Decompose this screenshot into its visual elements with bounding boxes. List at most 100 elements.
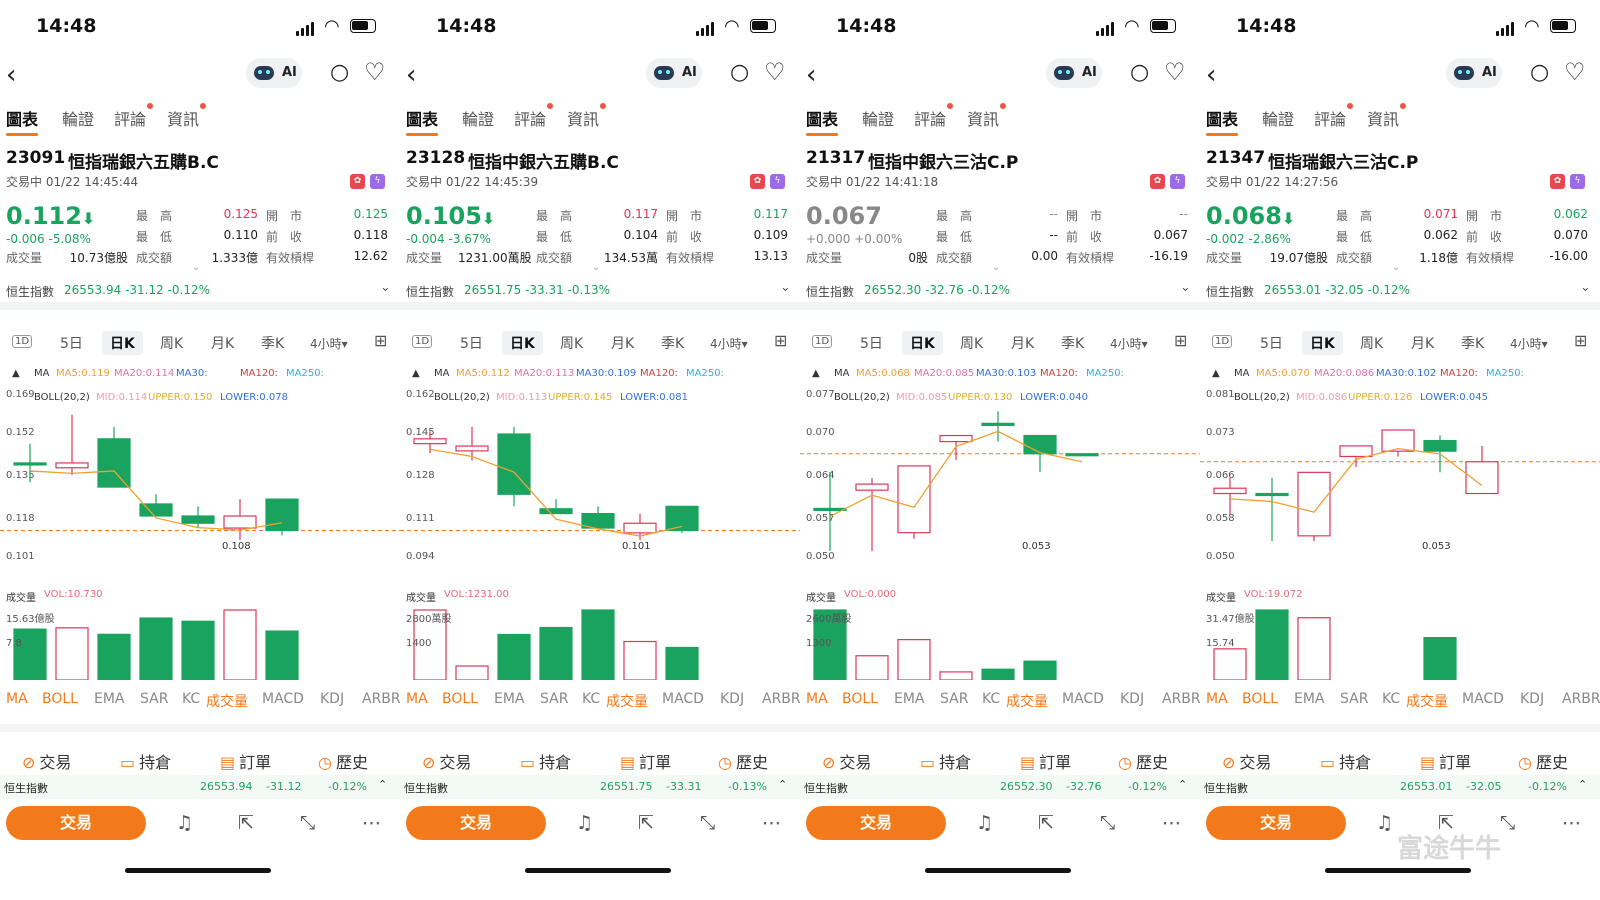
indicator-arbr[interactable]: ARBR — [1562, 691, 1600, 707]
share-icon[interactable]: ⇱ — [638, 812, 654, 834]
indicator-kdj[interactable]: KDJ — [720, 691, 744, 707]
indicator-macd[interactable]: MACD — [262, 691, 304, 707]
action-trade[interactable]: ⊘ 交易 — [822, 749, 871, 773]
indicator-ma[interactable]: MA — [1206, 691, 1228, 707]
period-month-k[interactable]: 月K — [611, 333, 634, 353]
alert-bell-icon[interactable]: ♫ — [576, 812, 593, 834]
tab-news[interactable]: 資訊 — [1367, 103, 1407, 130]
period-day-k[interactable]: 日K — [902, 331, 943, 355]
period-quarter-k[interactable]: 季K — [661, 333, 684, 353]
indicator-volume[interactable]: 成交量 — [606, 691, 648, 711]
period-week-k[interactable]: 周K — [160, 333, 183, 353]
ai-assistant-button[interactable]: AI — [1046, 58, 1102, 88]
collapse-icon[interactable]: ▲ — [1212, 368, 1220, 379]
period-month-k[interactable]: 月K — [211, 333, 234, 353]
grid-icon[interactable]: ⊞ — [374, 331, 387, 350]
ai-assistant-button[interactable]: AI — [646, 58, 702, 88]
period-week-k[interactable]: 周K — [960, 333, 983, 353]
favorite-icon[interactable]: ♡ — [1564, 58, 1586, 86]
chevron-up-icon[interactable]: ⌃ — [778, 778, 787, 791]
indicator-kc[interactable]: KC — [982, 691, 1000, 707]
period-day-k[interactable]: 日K — [1302, 331, 1343, 355]
action-positions[interactable]: ▭ 持倉 — [920, 749, 971, 773]
candlestick-chart[interactable] — [800, 385, 1200, 565]
back-icon[interactable]: ‹ — [806, 60, 816, 90]
indicator-kdj[interactable]: KDJ — [1520, 691, 1544, 707]
period-4h[interactable]: 4小時▾ — [310, 335, 348, 352]
tab-comments[interactable]: 評論 — [1314, 103, 1354, 130]
collapse-icon[interactable]: ▲ — [812, 368, 820, 379]
alert-bell-icon[interactable]: ♫ — [176, 812, 193, 834]
grid-icon[interactable]: ⊞ — [1574, 331, 1587, 350]
indicator-volume[interactable]: 成交量 — [1006, 691, 1048, 711]
period-quarter-k[interactable]: 季K — [261, 333, 284, 353]
tab-comments[interactable]: 評論 — [114, 103, 154, 130]
indicator-boll[interactable]: BOLL — [442, 691, 478, 707]
period-5d[interactable]: 5日 — [860, 333, 883, 353]
grid-icon[interactable]: ⊞ — [1174, 331, 1187, 350]
collapse-icon[interactable]: ▲ — [12, 368, 20, 379]
search-icon[interactable]: ○ — [1530, 60, 1549, 85]
expand-quote-icon[interactable]: ⌄ — [592, 262, 600, 273]
period-4h[interactable]: 4小時▾ — [1110, 335, 1148, 352]
grid-icon[interactable]: ⊞ — [774, 331, 787, 350]
indicator-volume[interactable]: 成交量 — [206, 691, 248, 711]
period-1d[interactable]: 1D — [412, 335, 433, 348]
indicator-kc[interactable]: KC — [1382, 691, 1400, 707]
indicator-macd[interactable]: MACD — [1462, 691, 1504, 707]
action-trade[interactable]: ⊘ 交易 — [422, 749, 471, 773]
index-ticker-bar[interactable]: 恒生指數 26552.30 -32.76 -0.12% ⌃ — [800, 775, 1200, 799]
back-icon[interactable]: ‹ — [6, 60, 16, 90]
indicator-volume[interactable]: 成交量 — [1406, 691, 1448, 711]
period-week-k[interactable]: 周K — [560, 333, 583, 353]
period-quarter-k[interactable]: 季K — [1461, 333, 1484, 353]
chevron-down-icon[interactable]: ⌄ — [780, 280, 791, 295]
action-trade[interactable]: ⊘ 交易 — [1222, 749, 1271, 773]
indicator-ema[interactable]: EMA — [94, 691, 125, 707]
share-icon[interactable]: ⇱ — [238, 812, 254, 834]
action-orders[interactable]: ▤ 訂單 — [220, 749, 271, 773]
indicator-boll[interactable]: BOLL — [842, 691, 878, 707]
period-month-k[interactable]: 月K — [1011, 333, 1034, 353]
indicator-kc[interactable]: KC — [182, 691, 200, 707]
tab-news[interactable]: 資訊 — [167, 103, 207, 130]
indicator-sar[interactable]: SAR — [1340, 691, 1368, 707]
indicator-ma[interactable]: MA — [406, 691, 428, 707]
indicator-kdj[interactable]: KDJ — [1120, 691, 1144, 707]
action-orders[interactable]: ▤ 訂單 — [1420, 749, 1471, 773]
search-icon[interactable]: ○ — [330, 60, 349, 85]
action-orders[interactable]: ▤ 訂單 — [1020, 749, 1071, 773]
candlestick-chart[interactable] — [400, 385, 800, 565]
action-positions[interactable]: ▭ 持倉 — [520, 749, 571, 773]
index-ticker-bar[interactable]: 恒生指數 26553.94 -31.12 -0.12% ⌃ — [0, 775, 400, 799]
indicator-ema[interactable]: EMA — [1294, 691, 1325, 707]
trade-button[interactable]: 交易 — [406, 806, 546, 840]
tab-chart[interactable]: 圖表 — [806, 106, 839, 136]
period-1d[interactable]: 1D — [1212, 335, 1233, 348]
period-4h[interactable]: 4小時▾ — [1510, 335, 1548, 352]
collapse-icon[interactable]: ▲ — [412, 368, 420, 379]
period-5d[interactable]: 5日 — [60, 333, 83, 353]
period-1d[interactable]: 1D — [812, 335, 833, 348]
tab-comments[interactable]: 評論 — [914, 103, 954, 130]
ai-assistant-button[interactable]: AI — [246, 58, 302, 88]
period-1d[interactable]: 1D — [12, 335, 33, 348]
share-icon[interactable]: ⇱ — [1038, 812, 1054, 834]
candlestick-chart[interactable] — [1200, 385, 1600, 565]
favorite-icon[interactable]: ♡ — [764, 58, 786, 86]
expand-quote-icon[interactable]: ⌄ — [992, 262, 1000, 273]
ai-assistant-button[interactable]: AI — [1446, 58, 1502, 88]
tab-warrants[interactable]: 輪證 — [62, 106, 94, 130]
tab-news[interactable]: 資訊 — [567, 103, 607, 130]
more-icon[interactable]: ⋯ — [1162, 812, 1181, 834]
fullscreen-icon[interactable]: ⤡ — [700, 812, 715, 834]
action-history[interactable]: ◷ 歷史 — [1118, 749, 1168, 773]
indicator-macd[interactable]: MACD — [662, 691, 704, 707]
action-orders[interactable]: ▤ 訂單 — [620, 749, 671, 773]
chevron-down-icon[interactable]: ⌄ — [1180, 280, 1191, 295]
tab-warrants[interactable]: 輪證 — [862, 106, 894, 130]
action-positions[interactable]: ▭ 持倉 — [1320, 749, 1371, 773]
favorite-icon[interactable]: ♡ — [1164, 58, 1186, 86]
fullscreen-icon[interactable]: ⤡ — [300, 812, 315, 834]
indicator-boll[interactable]: BOLL — [1242, 691, 1278, 707]
